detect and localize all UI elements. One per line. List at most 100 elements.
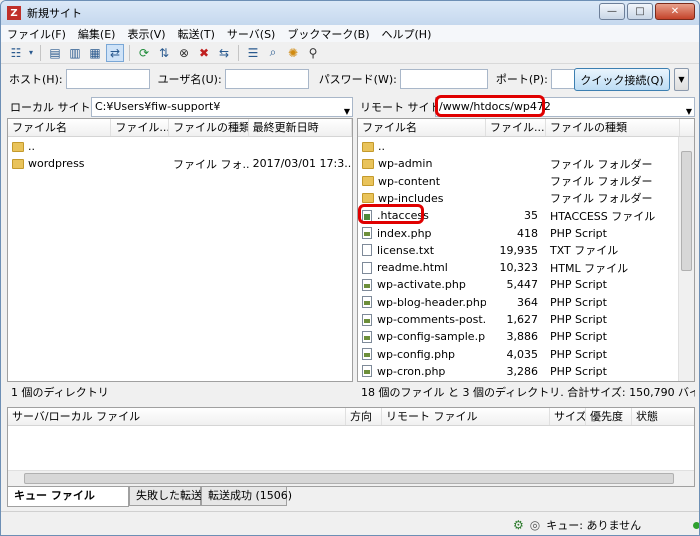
toggle-log-icon[interactable]: ▤ <box>46 44 64 62</box>
queue-list-header: サーバ/ローカル ファイル 方向 リモート ファイル サイズ 優先度 状態 <box>8 408 694 426</box>
user-input[interactable] <box>224 69 309 89</box>
password-input[interactable] <box>399 69 488 89</box>
toolbar: ☷ ▾ ▤ ▥ ▦ ⇄ ⟳ ⇅ ⊗ ✖ ⇆ ☰ ⌕ ✺ ⚲ <box>1 42 699 64</box>
local-filename: .. <box>28 140 35 153</box>
menu-file[interactable]: ファイル(F) <box>1 26 72 42</box>
html-file-icon <box>362 261 372 274</box>
compare-icon[interactable]: ⌕ <box>264 44 282 62</box>
reconnect-icon[interactable]: ⇆ <box>215 44 233 62</box>
toggle-queue-icon[interactable]: ⇄ <box>106 43 124 62</box>
refresh-icon[interactable]: ⟳ <box>135 44 153 62</box>
minimize-button[interactable]: — <box>599 3 625 20</box>
remote-filesize: 35 <box>524 209 538 223</box>
process-queue-icon[interactable]: ⇅ <box>155 44 173 62</box>
remote-filetype: ファイル フォルダー <box>550 192 653 206</box>
chevron-down-icon[interactable]: ▼ <box>686 103 692 116</box>
local-path-input[interactable]: C:¥Users¥fiw-support¥ ▼ <box>91 97 353 117</box>
menu-server[interactable]: サーバ(S) <box>221 26 281 42</box>
remote-row[interactable]: wp-content ファイル フォルダー <box>358 173 694 190</box>
tab-queued-files[interactable]: キュー ファイル <box>7 487 129 507</box>
remote-filesize: 5,447 <box>506 278 539 292</box>
queue-horizontal-scrollbar[interactable] <box>8 470 694 486</box>
queue-tabs: キュー ファイル 失敗した転送 転送成功 (1506) <box>7 487 292 507</box>
remote-row[interactable]: wp-blog-header.php 364 PHP Script <box>358 294 694 311</box>
remote-row[interactable]: wp-admin ファイル フォルダー <box>358 155 694 172</box>
local-col-modified[interactable]: 最終更新日時 <box>249 119 352 136</box>
remote-file-list: ファイル名 ファイル... ファイルの種類 .. wp-admin ファイル フォル… <box>357 118 695 382</box>
php-file-icon <box>362 278 372 291</box>
speed-limit-icon[interactable]: ◎ <box>530 518 540 532</box>
queue-col-remote-file[interactable]: リモート ファイル <box>382 408 550 425</box>
menu-edit[interactable]: 編集(E) <box>72 26 122 42</box>
local-row-wordpress[interactable]: wordpress ファイル フォ... 2017/03/01 17:3... <box>8 155 352 172</box>
tab-successful-transfers[interactable]: 転送成功 (1506) <box>201 487 292 506</box>
queue-col-direction[interactable]: 方向 <box>346 408 382 425</box>
php-file-icon <box>362 296 372 309</box>
local-site-row: ローカル サイト: C:¥Users¥fiw-support¥ ▼ <box>7 97 353 117</box>
remote-vertical-scrollbar[interactable] <box>678 137 694 381</box>
receive-indicator-icon <box>693 521 699 529</box>
php-file-icon <box>362 227 372 239</box>
menu-view[interactable]: 表示(V) <box>121 26 171 42</box>
scrollbar-thumb[interactable] <box>24 473 674 484</box>
remote-row[interactable]: .. <box>358 138 694 155</box>
remote-row[interactable]: wp-activate.php 5,447 PHP Script <box>358 276 694 293</box>
path-highlight <box>435 95 545 117</box>
disconnect-icon[interactable]: ✖ <box>195 44 213 62</box>
remote-col-filename[interactable]: ファイル名 <box>358 119 486 136</box>
chevron-down-icon[interactable]: ▼ <box>344 103 350 116</box>
scrollbar-thumb[interactable] <box>681 151 692 271</box>
php-file-icon <box>362 365 372 378</box>
remote-row[interactable]: license.txt 19,935 TXT ファイル <box>358 242 694 259</box>
remote-cell-name: wp-cron.php <box>358 365 486 378</box>
cancel-icon[interactable]: ⊗ <box>175 44 193 62</box>
menu-transfer[interactable]: 転送(T) <box>172 26 221 42</box>
remote-filename: wp-config-sample.php <box>377 330 486 344</box>
host-input[interactable] <box>65 69 150 89</box>
filter-icon[interactable]: ☰ <box>244 44 262 62</box>
quickconnect-button[interactable]: クイック接続(Q) <box>574 68 670 91</box>
toggle-remote-tree-icon[interactable]: ▦ <box>86 44 104 62</box>
remote-row[interactable]: readme.html 10,323 HTML ファイル <box>358 259 694 276</box>
search-icon[interactable]: ⚲ <box>304 44 322 62</box>
queue-col-priority[interactable]: 優先度 <box>586 408 632 425</box>
local-row-parent[interactable]: .. <box>8 138 352 155</box>
remote-col-filetype[interactable]: ファイルの種類 <box>546 119 680 136</box>
queue-col-size[interactable]: サイズ <box>550 408 586 425</box>
remote-col-filesize[interactable]: ファイル... <box>486 119 546 136</box>
local-col-filesize[interactable]: ファイル... <box>111 119 170 136</box>
quickconnect-dropdown-button[interactable]: ▼ <box>674 68 689 91</box>
queue-list: サーバ/ローカル ファイル 方向 リモート ファイル サイズ 優先度 状態 <box>7 407 695 487</box>
maximize-button[interactable]: □ <box>627 3 653 20</box>
sync-browse-icon[interactable]: ✺ <box>284 44 302 62</box>
local-col-filename[interactable]: ファイル名 <box>8 119 112 136</box>
site-manager-icon[interactable]: ☷ <box>7 44 25 62</box>
remote-row[interactable]: wp-config-sample.php 3,886 PHP Script <box>358 328 694 345</box>
remote-filetype: PHP Script <box>550 295 607 309</box>
local-file-list: ファイル名 ファイル... ファイルの種類 最終更新日時 .. wordpres… <box>7 118 353 382</box>
remote-cell-name: wp-includes <box>358 192 486 205</box>
remote-filetype: PHP Script <box>550 330 607 344</box>
remote-filename: wp-admin <box>378 157 433 171</box>
local-col-filetype[interactable]: ファイルの種類 <box>169 119 249 136</box>
queue-col-local-file[interactable]: サーバ/ローカル ファイル <box>8 408 346 425</box>
toggle-local-tree-icon[interactable]: ▥ <box>66 44 84 62</box>
menu-bookmarks[interactable]: ブックマーク(B) <box>281 26 375 42</box>
remote-list-header: ファイル名 ファイル... ファイルの種類 <box>358 119 694 137</box>
remote-row[interactable]: wp-comments-post.php 1,627 PHP Script <box>358 311 694 328</box>
queue-col-status[interactable]: 状態 <box>632 408 694 425</box>
remote-row[interactable]: index.php 418 PHP Script <box>358 225 694 242</box>
main-window: Z 新規サイト — □ ✕ ファイル(F) 編集(E) 表示(V) 転送(T) … <box>0 0 700 536</box>
menu-help[interactable]: ヘルプ(H) <box>376 26 438 42</box>
tab-failed-transfers[interactable]: 失敗した転送 <box>129 487 202 506</box>
host-label: ホスト(H): <box>9 73 63 86</box>
remote-filetype: PHP Script <box>550 347 607 361</box>
remote-row[interactable]: wp-cron.php 3,286 PHP Script <box>358 363 694 380</box>
port-label: ポート(P): <box>495 73 548 86</box>
site-manager-dropdown-icon[interactable]: ▾ <box>27 44 35 62</box>
close-button[interactable]: ✕ <box>655 3 695 20</box>
remote-row[interactable]: wp-config.php 4,035 PHP Script <box>358 346 694 363</box>
php-file-icon <box>362 348 372 361</box>
filezilla-app-icon: Z <box>7 6 21 20</box>
settings-gear-icon[interactable]: ⚙ <box>513 518 524 532</box>
